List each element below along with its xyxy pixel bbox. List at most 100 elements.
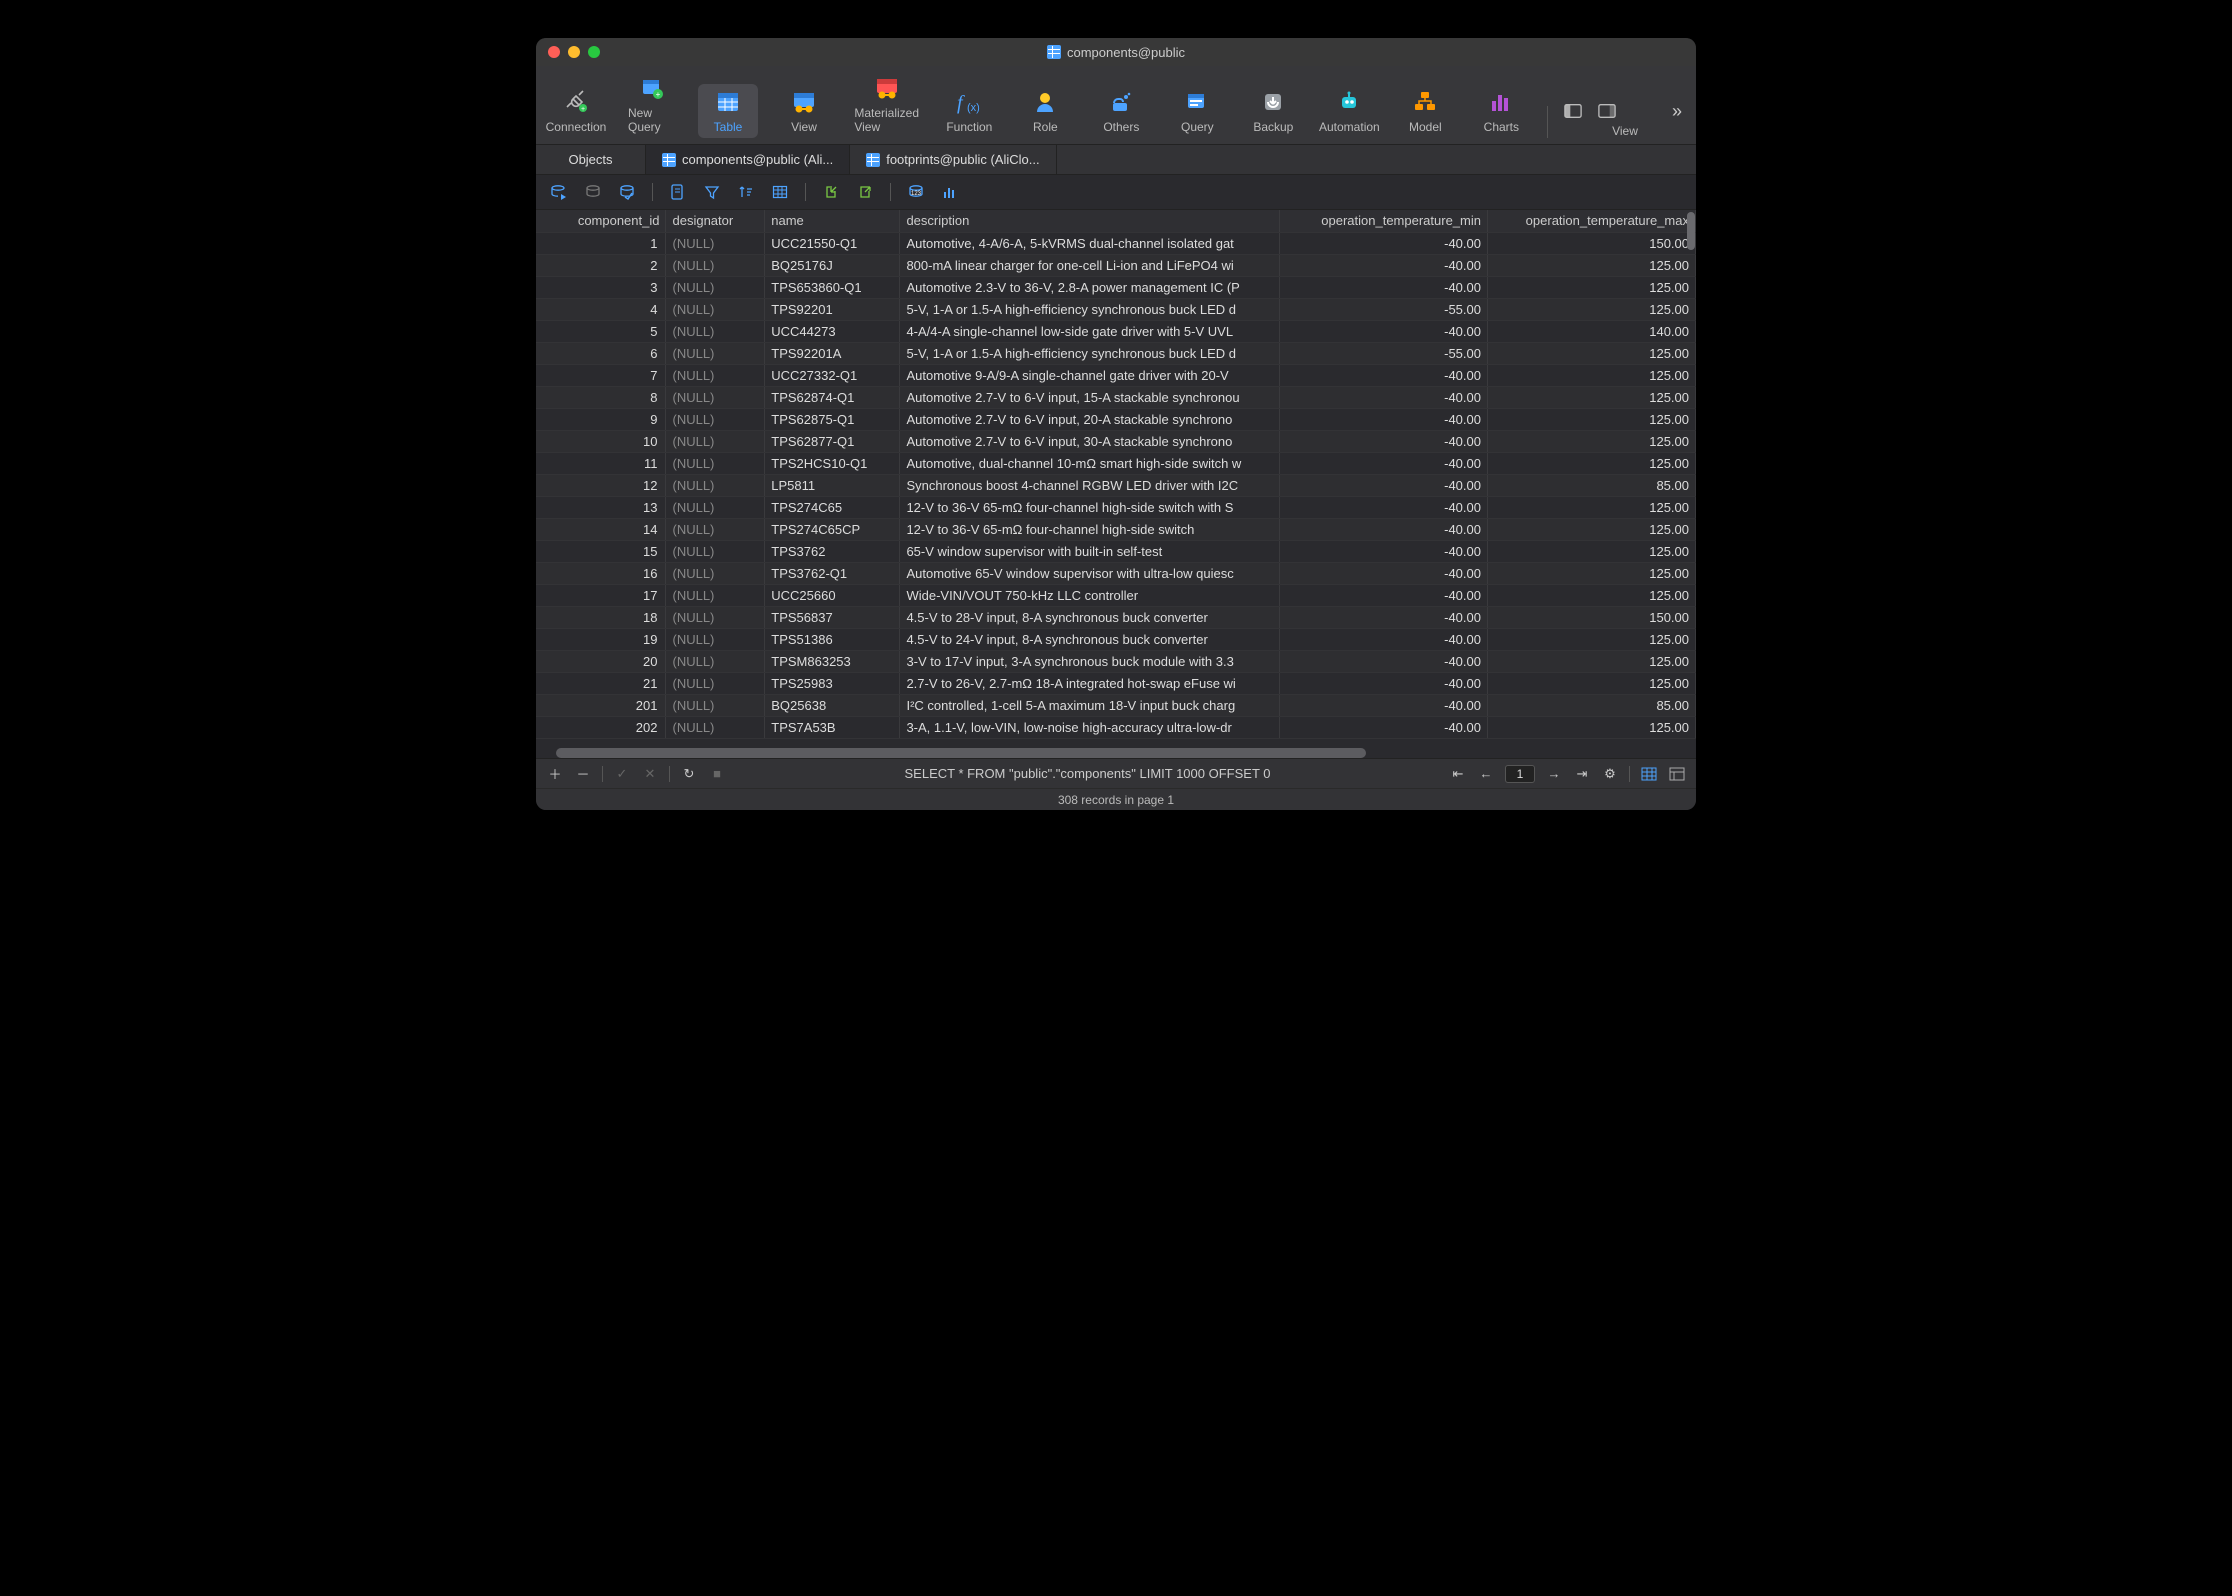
components-table[interactable]: component_iddesignatornamedescriptionope… [536,210,1696,739]
cell-tmin[interactable]: -40.00 [1280,496,1488,518]
cell-name[interactable]: TPS653860-Q1 [765,276,900,298]
table-row[interactable]: 18(NULL)TPS568374.5-V to 28-V input, 8-A… [536,606,1696,628]
cell-component_id[interactable]: 11 [536,452,666,474]
cell-component_id[interactable]: 202 [536,716,666,738]
table-row[interactable]: 16(NULL)TPS3762-Q1Automotive 65-V window… [536,562,1696,584]
cell-tmin[interactable]: -55.00 [1280,298,1488,320]
cell-tmax[interactable]: 125.00 [1487,650,1695,672]
cell-tmin[interactable]: -40.00 [1280,452,1488,474]
cell-component_id[interactable]: 4 [536,298,666,320]
cell-name[interactable]: TPS274C65 [765,496,900,518]
cell-tmax[interactable]: 125.00 [1487,254,1695,276]
cell-tmin[interactable]: -40.00 [1280,540,1488,562]
right-panel-toggle-icon[interactable] [1598,102,1616,120]
query-button[interactable]: Query [1167,84,1227,138]
backup-button[interactable]: Backup [1243,84,1303,138]
cell-description[interactable]: 5-V, 1-A or 1.5-A high-efficiency synchr… [900,298,1280,320]
sort-icon[interactable] [735,181,757,203]
form-view-button[interactable] [1668,765,1686,783]
table-row[interactable]: 2(NULL)BQ25176J800-mA linear charger for… [536,254,1696,276]
left-panel-toggle-icon[interactable] [1564,102,1582,120]
table-row[interactable]: 4(NULL)TPS922015-V, 1-A or 1.5-A high-ef… [536,298,1696,320]
cell-name[interactable]: TPS3762 [765,540,900,562]
cell-designator[interactable]: (NULL) [666,342,765,364]
page-input[interactable] [1505,765,1535,783]
cell-component_id[interactable]: 12 [536,474,666,496]
cell-description[interactable]: Automotive 2.7-V to 6-V input, 15-A stac… [900,386,1280,408]
cell-component_id[interactable]: 9 [536,408,666,430]
cell-designator[interactable]: (NULL) [666,540,765,562]
connection-button[interactable]: +Connection [546,84,606,138]
cell-component_id[interactable]: 14 [536,518,666,540]
column-header-tmax[interactable]: operation_temperature_max [1487,210,1695,232]
columns-icon[interactable] [769,181,791,203]
cell-component_id[interactable]: 10 [536,430,666,452]
cell-designator[interactable]: (NULL) [666,628,765,650]
cell-component_id[interactable]: 3 [536,276,666,298]
table-row[interactable]: 6(NULL)TPS92201A5-V, 1-A or 1.5-A high-e… [536,342,1696,364]
cell-tmin[interactable]: -40.00 [1280,650,1488,672]
cell-name[interactable]: TPS92201 [765,298,900,320]
cell-designator[interactable]: (NULL) [666,584,765,606]
cell-component_id[interactable]: 16 [536,562,666,584]
cell-name[interactable]: UCC25660 [765,584,900,606]
cell-component_id[interactable]: 19 [536,628,666,650]
first-page-button[interactable]: ⇤ [1449,765,1467,783]
cell-tmax[interactable]: 125.00 [1487,386,1695,408]
role-button[interactable]: Role [1015,84,1075,138]
column-header-description[interactable]: description [900,210,1280,232]
export-icon[interactable] [854,181,876,203]
table-row[interactable]: 3(NULL)TPS653860-Q1Automotive 2.3-V to 3… [536,276,1696,298]
charts-button[interactable]: Charts [1471,84,1531,138]
cell-tmax[interactable]: 125.00 [1487,716,1695,738]
cell-component_id[interactable]: 6 [536,342,666,364]
cancel-changes-button[interactable]: ✕ [641,765,659,783]
cell-description[interactable]: I²C controlled, 1-cell 5-A maximum 18-V … [900,694,1280,716]
cell-description[interactable]: Automotive 2.3-V to 36-V, 2.8-A power ma… [900,276,1280,298]
cell-tmin[interactable]: -40.00 [1280,584,1488,606]
cell-tmax[interactable]: 85.00 [1487,474,1695,496]
table-row[interactable]: 19(NULL)TPS513864.5-V to 24-V input, 8-A… [536,628,1696,650]
cell-designator[interactable]: (NULL) [666,694,765,716]
stop-button[interactable]: ■ [708,765,726,783]
cell-tmin[interactable]: -40.00 [1280,232,1488,254]
cell-tmax[interactable]: 125.00 [1487,562,1695,584]
table-row[interactable]: 11(NULL)TPS2HCS10-Q1Automotive, dual-cha… [536,452,1696,474]
refresh-button[interactable]: ↻ [680,765,698,783]
cell-description[interactable]: 3-V to 17-V input, 3-A synchronous buck … [900,650,1280,672]
cell-tmax[interactable]: 125.00 [1487,628,1695,650]
cell-name[interactable]: TPS7A53B [765,716,900,738]
cell-tmax[interactable]: 125.00 [1487,518,1695,540]
cell-designator[interactable]: (NULL) [666,254,765,276]
cell-name[interactable]: UCC27332-Q1 [765,364,900,386]
cell-description[interactable]: Automotive 65-V window supervisor with u… [900,562,1280,584]
column-header-designator[interactable]: designator [666,210,765,232]
cell-tmax[interactable]: 125.00 [1487,298,1695,320]
cell-component_id[interactable]: 13 [536,496,666,518]
cell-tmin[interactable]: -40.00 [1280,254,1488,276]
memo-icon[interactable] [667,181,689,203]
cell-tmin[interactable]: -40.00 [1280,386,1488,408]
editor-tab[interactable]: components@public (Ali... [646,145,850,174]
table-row[interactable]: 20(NULL)TPSM8632533-V to 17-V input, 3-A… [536,650,1696,672]
cell-component_id[interactable]: 18 [536,606,666,628]
cell-designator[interactable]: (NULL) [666,276,765,298]
cell-name[interactable]: TPS62877-Q1 [765,430,900,452]
cell-description[interactable]: Automotive 2.7-V to 6-V input, 30-A stac… [900,430,1280,452]
cell-name[interactable]: TPS274C65CP [765,518,900,540]
cell-designator[interactable]: (NULL) [666,452,765,474]
cell-component_id[interactable]: 21 [536,672,666,694]
prev-page-button[interactable]: ← [1477,765,1495,783]
cell-description[interactable]: Wide-VIN/VOUT 750-kHz LLC controller [900,584,1280,606]
cell-tmin[interactable]: -40.00 [1280,628,1488,650]
function-button[interactable]: f(x)Function [939,84,999,138]
view-button[interactable]: View [774,84,834,138]
data-gen-icon[interactable]: 123 [905,181,927,203]
cell-designator[interactable]: (NULL) [666,386,765,408]
cell-tmin[interactable]: -40.00 [1280,716,1488,738]
cell-component_id[interactable]: 15 [536,540,666,562]
cell-component_id[interactable]: 201 [536,694,666,716]
begin-tx-icon[interactable] [582,181,604,203]
cell-name[interactable]: BQ25176J [765,254,900,276]
table-row[interactable]: 14(NULL)TPS274C65CP12-V to 36-V 65-mΩ fo… [536,518,1696,540]
